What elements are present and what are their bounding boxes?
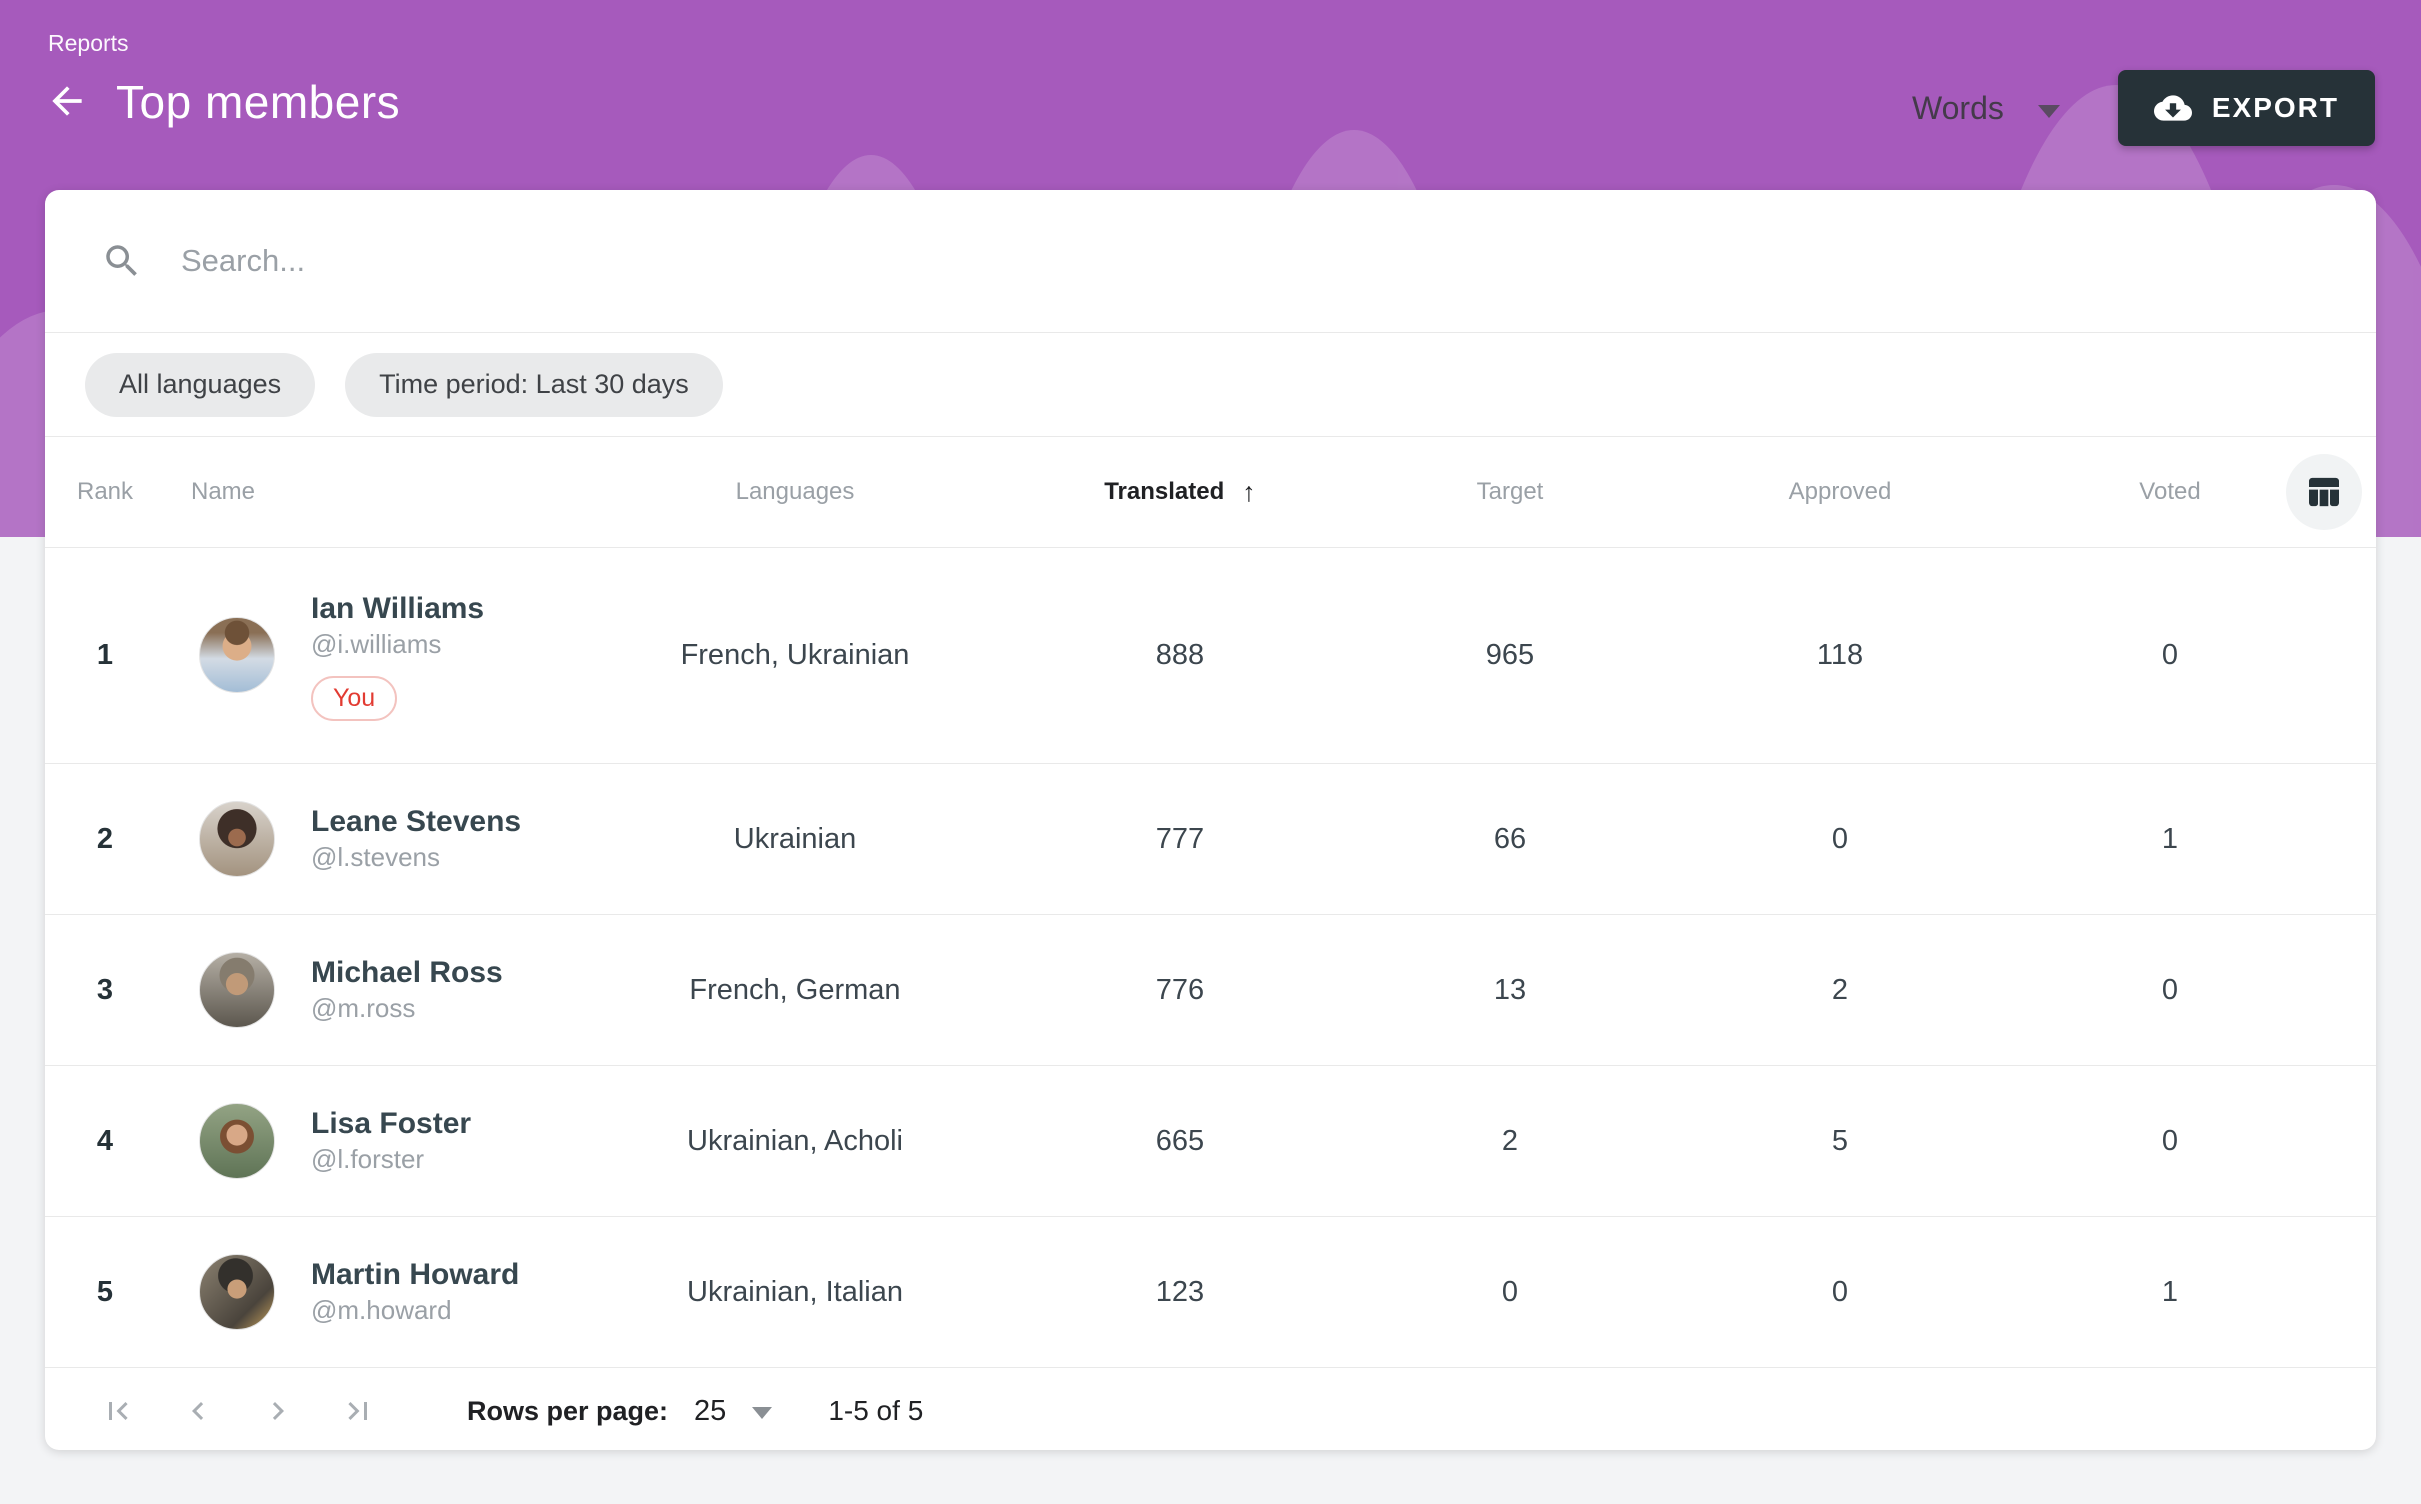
- approved-cell: 2: [1675, 974, 2005, 1007]
- member-cell: Martin Howard @m.howard: [165, 1254, 575, 1330]
- rank-cell: 3: [45, 974, 165, 1007]
- unit-dropdown[interactable]: Words: [1912, 90, 2060, 127]
- member-name[interactable]: Michael Ross: [311, 954, 503, 992]
- table-row[interactable]: 3 Michael Ross @m.ross French, German 77…: [45, 915, 2376, 1065]
- next-page-button[interactable]: [245, 1378, 311, 1444]
- filter-chip-languages[interactable]: All languages: [85, 353, 315, 417]
- member-username: @i.williams: [311, 628, 484, 662]
- column-header-target[interactable]: Target: [1345, 478, 1675, 506]
- voted-cell: 1: [2005, 823, 2335, 856]
- voted-cell: 0: [2005, 1125, 2335, 1158]
- rank-cell: 1: [45, 639, 165, 672]
- member-cell: Lisa Foster @l.forster: [165, 1103, 575, 1179]
- avatar: [199, 801, 275, 877]
- translated-cell: 888: [1015, 639, 1345, 672]
- top-members-report-page: Reports Top members Words: [0, 0, 2421, 1504]
- filter-chips-row: All languages Time period: Last 30 days: [45, 333, 2376, 436]
- column-header-approved[interactable]: Approved: [1675, 478, 2005, 506]
- export-button-label: EXPORT: [2212, 92, 2339, 124]
- cloud-download-icon: [2154, 89, 2192, 127]
- column-header-name[interactable]: Name: [165, 478, 575, 506]
- target-cell: 13: [1345, 974, 1675, 1007]
- arrow-left-icon: [45, 79, 89, 126]
- column-header-translated-label: Translated: [1104, 478, 1224, 506]
- column-header-rank[interactable]: Rank: [45, 478, 165, 506]
- languages-cell: Ukrainian, Italian: [575, 1276, 1015, 1309]
- member-username: @m.ross: [311, 992, 503, 1026]
- member-cell: Leane Stevens @l.stevens: [165, 801, 575, 877]
- column-header-translated[interactable]: Translated ↑: [1015, 477, 1345, 508]
- member-name[interactable]: Leane Stevens: [311, 803, 521, 841]
- target-cell: 965: [1345, 639, 1675, 672]
- first-page-icon: [100, 1393, 136, 1429]
- table-row[interactable]: 5 Martin Howard @m.howard Ukrainian, Ita…: [45, 1217, 2376, 1367]
- search-icon: [101, 240, 143, 282]
- rows-per-page-value: 25: [694, 1395, 726, 1428]
- page-title: Top members: [116, 75, 400, 129]
- approved-cell: 0: [1675, 1276, 2005, 1309]
- approved-cell: 0: [1675, 823, 2005, 856]
- languages-cell: French, Ukrainian: [575, 639, 1015, 672]
- member-name[interactable]: Lisa Foster: [311, 1105, 471, 1143]
- breadcrumb[interactable]: Reports: [48, 30, 129, 57]
- voted-cell: 0: [2005, 974, 2335, 1007]
- member-cell: Michael Ross @m.ross: [165, 952, 575, 1028]
- rank-cell: 2: [45, 823, 165, 856]
- rank-cell: 5: [45, 1276, 165, 1309]
- voted-cell: 0: [2005, 639, 2335, 672]
- rank-cell: 4: [45, 1125, 165, 1158]
- avatar: [199, 1103, 275, 1179]
- target-cell: 2: [1345, 1125, 1675, 1158]
- languages-cell: Ukrainian: [575, 823, 1015, 856]
- rows-per-page-label: Rows per page:: [467, 1396, 668, 1427]
- table-row[interactable]: 4 Lisa Foster @l.forster Ukrainian, Acho…: [45, 1066, 2376, 1216]
- avatar: [199, 1254, 275, 1330]
- you-badge: You: [311, 676, 397, 721]
- unit-dropdown-value: Words: [1912, 90, 2004, 127]
- avatar: [199, 952, 275, 1028]
- translated-cell: 123: [1015, 1276, 1345, 1309]
- member-username: @m.howard: [311, 1294, 519, 1328]
- target-cell: 0: [1345, 1276, 1675, 1309]
- member-username: @l.stevens: [311, 841, 521, 875]
- column-settings-button[interactable]: [2286, 454, 2362, 530]
- report-card: All languages Time period: Last 30 days …: [45, 190, 2376, 1450]
- translated-cell: 665: [1015, 1125, 1345, 1158]
- voted-cell: 1: [2005, 1276, 2335, 1309]
- pagination-range: 1-5 of 5: [828, 1395, 923, 1427]
- chevron-down-icon: [752, 1407, 772, 1419]
- target-cell: 66: [1345, 823, 1675, 856]
- pagination-bar: Rows per page: 25 1-5 of 5: [45, 1368, 2376, 1454]
- table-row[interactable]: 1 Ian Williams @i.williams You French, U…: [45, 548, 2376, 763]
- table-header-row: Rank Name Languages Translated ↑ Target …: [45, 437, 2376, 547]
- filter-chip-time-period[interactable]: Time period: Last 30 days: [345, 353, 723, 417]
- languages-cell: French, German: [575, 974, 1015, 1007]
- translated-cell: 776: [1015, 974, 1345, 1007]
- rows-per-page-select[interactable]: 25: [694, 1395, 772, 1428]
- table-row[interactable]: 2 Leane Stevens @l.stevens Ukrainian 777…: [45, 764, 2376, 914]
- member-cell: Ian Williams @i.williams You: [165, 590, 575, 720]
- chevron-right-icon: [260, 1393, 296, 1429]
- member-name[interactable]: Martin Howard: [311, 1256, 519, 1294]
- avatar: [199, 617, 275, 693]
- column-header-languages[interactable]: Languages: [575, 478, 1015, 506]
- last-page-button[interactable]: [325, 1378, 391, 1444]
- languages-cell: Ukrainian, Acholi: [575, 1125, 1015, 1158]
- search-bar: [45, 190, 2376, 332]
- last-page-icon: [340, 1393, 376, 1429]
- search-input[interactable]: [179, 242, 2320, 280]
- table-columns-icon: [2304, 472, 2344, 512]
- approved-cell: 5: [1675, 1125, 2005, 1158]
- export-button[interactable]: EXPORT: [2118, 70, 2375, 146]
- sort-ascending-icon: ↑: [1242, 477, 1256, 508]
- chevron-left-icon: [180, 1393, 216, 1429]
- first-page-button[interactable]: [85, 1378, 151, 1444]
- approved-cell: 118: [1675, 639, 2005, 672]
- previous-page-button[interactable]: [165, 1378, 231, 1444]
- chevron-down-icon: [2038, 105, 2060, 118]
- member-username: @l.forster: [311, 1143, 471, 1177]
- member-name[interactable]: Ian Williams: [311, 590, 484, 628]
- back-button[interactable]: [44, 79, 90, 125]
- translated-cell: 777: [1015, 823, 1345, 856]
